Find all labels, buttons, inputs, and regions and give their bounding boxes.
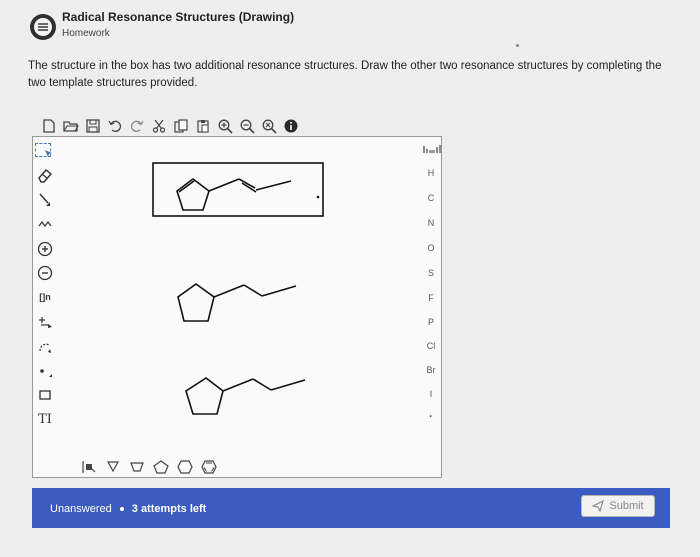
decorative-dot xyxy=(516,44,519,47)
cyclopentane-icon[interactable] xyxy=(149,457,173,477)
periodic-table-icon[interactable] xyxy=(419,141,443,157)
cyclopropane-icon[interactable] xyxy=(101,457,125,477)
attempt-status: Unanswered 3 attempts left xyxy=(50,503,206,515)
copy-icon[interactable] xyxy=(170,116,192,136)
submit-button[interactable]: Submit xyxy=(581,495,655,517)
zoom-out-icon[interactable] xyxy=(236,116,258,136)
element-br[interactable]: Br xyxy=(419,365,443,375)
element-n[interactable]: N xyxy=(419,218,443,228)
given-structure xyxy=(176,178,292,211)
zoom-in-icon[interactable] xyxy=(214,116,236,136)
question-text: The structure in the box has two additio… xyxy=(28,60,662,89)
answer-status: Unanswered xyxy=(50,503,112,515)
element-o[interactable]: O xyxy=(419,243,443,253)
element-p[interactable]: P xyxy=(419,317,443,327)
page-title: Radical Resonance Structures (Drawing) xyxy=(62,10,295,24)
cut-icon[interactable] xyxy=(148,116,170,136)
template-structure-1 xyxy=(177,283,297,322)
benzene-icon[interactable] xyxy=(197,457,221,477)
send-icon xyxy=(592,500,605,512)
editor-toolbar xyxy=(38,116,302,136)
info-icon[interactable] xyxy=(280,116,302,136)
drawing-canvas[interactable] xyxy=(33,137,417,453)
element-dot[interactable]: · xyxy=(419,409,443,423)
separator-dot xyxy=(119,507,124,511)
template-icon[interactable] xyxy=(77,457,101,477)
element-toolbar: H C N O S F P Cl Br I · xyxy=(419,137,443,437)
save-icon[interactable] xyxy=(82,116,104,136)
element-c[interactable]: C xyxy=(419,193,443,203)
paste-icon[interactable] xyxy=(192,116,214,136)
zoom-fit-icon[interactable] xyxy=(258,116,280,136)
new-icon[interactable] xyxy=(38,116,60,136)
undo-icon[interactable] xyxy=(104,116,126,136)
drawing-editor: []n TI H C N O S F P Cl Br I · xyxy=(32,136,442,478)
cyclobutane-icon[interactable] xyxy=(125,457,149,477)
element-i[interactable]: I xyxy=(419,389,443,399)
element-s[interactable]: S xyxy=(419,268,443,278)
element-cl[interactable]: Cl xyxy=(419,341,443,351)
template-structure-2 xyxy=(185,377,306,415)
submit-label: Submit xyxy=(609,500,644,512)
list-icon xyxy=(30,14,56,40)
cyclohexane-icon[interactable] xyxy=(173,457,197,477)
template-toolbar xyxy=(77,457,221,477)
open-icon[interactable] xyxy=(60,116,82,136)
element-f[interactable]: F xyxy=(419,293,443,303)
page-subtitle: Homework xyxy=(62,28,110,39)
redo-icon[interactable] xyxy=(126,116,148,136)
attempts-left: 3 attempts left xyxy=(131,503,207,515)
element-h[interactable]: H xyxy=(419,168,443,178)
radical-dot xyxy=(316,195,320,199)
